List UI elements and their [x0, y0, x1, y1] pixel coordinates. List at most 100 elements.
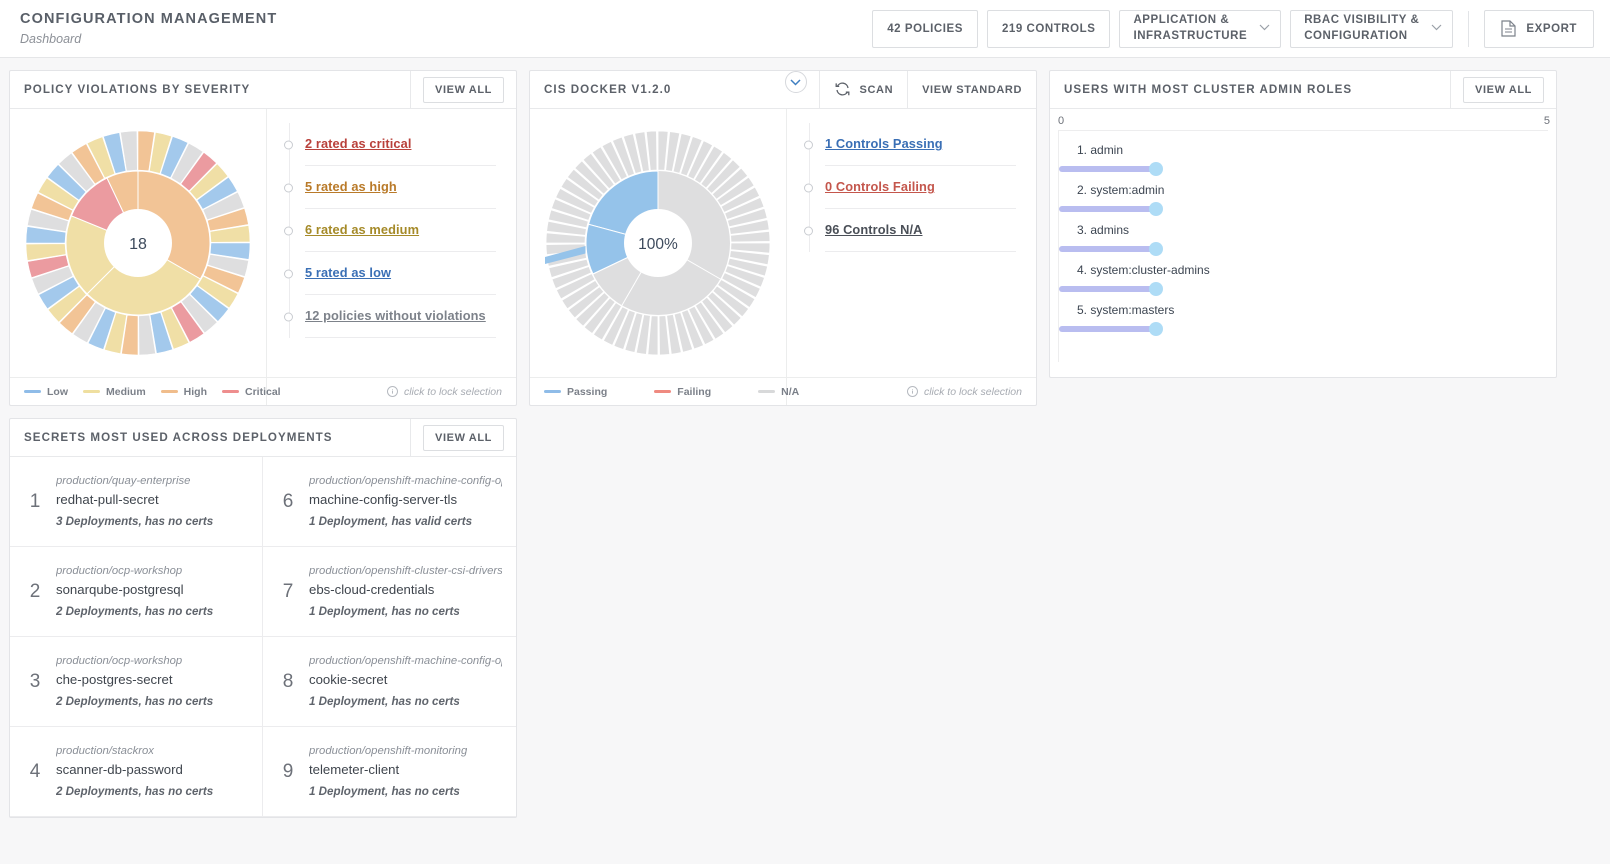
lollipop-row[interactable]: 2. system:admin	[1059, 181, 1548, 221]
list-item[interactable]: 6 production/openshift-machine-config-ope…	[263, 457, 516, 547]
cis-sunburst-svg: 100%	[545, 130, 771, 356]
list-item[interactable]: 0 Controls Failing	[804, 166, 1016, 209]
legend-item-critical[interactable]: Critical	[222, 386, 281, 398]
legend-label: Low	[47, 385, 68, 398]
policy-sunburst-svg: 18	[25, 130, 251, 356]
standard-selector-chevron-down-icon[interactable]	[784, 71, 807, 93]
app-header: CONFIGURATION MANAGEMENT Dashboard 42 PO…	[0, 0, 1610, 58]
controls-count-button[interactable]: 219 CONTROLS	[986, 9, 1111, 48]
cis-legend: Passing Failing N/A	[530, 378, 799, 405]
lollipop-label: 5. system:masters	[1077, 303, 1175, 317]
policies-count-button[interactable]: 42 POLICIES	[872, 9, 978, 48]
policy-violations-title: POLICY VIOLATIONS BY SEVERITY	[24, 83, 251, 96]
cis-link-na[interactable]: 96 Controls N/A	[825, 222, 923, 237]
policy-view-all-button[interactable]: VIEW ALL	[423, 76, 504, 103]
list-item[interactable]: 9 production/openshift-monitoring telemete…	[263, 727, 516, 817]
list-item[interactable]: 4 production/stackrox scanner-db-password 2…	[10, 727, 263, 817]
list-item[interactable]: 96 Controls N/A	[804, 209, 1016, 252]
lollipop-row[interactable]: 4. system:cluster-admins	[1059, 261, 1548, 301]
cluster-admin-tools: VIEW ALL	[1450, 71, 1556, 108]
lollipop-chart[interactable]: 1. admin 2. system:admin 3. admins 4. syste…	[1058, 130, 1548, 362]
page-subtitle: Dashboard	[20, 31, 82, 46]
header-titles: CONFIGURATION MANAGEMENT Dashboard	[20, 10, 277, 46]
policy-link-medium[interactable]: 6 rated as medium	[305, 222, 419, 237]
lollipop-dot[interactable]	[1148, 162, 1163, 176]
legend-item-high[interactable]: High	[160, 385, 207, 398]
list-item[interactable]: 1 Controls Passing	[804, 123, 1016, 166]
lollipop-dot[interactable]	[1148, 242, 1163, 256]
lollipop-row[interactable]: 1. admin	[1059, 141, 1548, 181]
list-item[interactable]: 5 rated as high	[284, 166, 496, 209]
secrets-view-all-button[interactable]: VIEW ALL	[423, 424, 504, 451]
list-item[interactable]: 1 production/quay-enterprise redhat-pull-s…	[10, 457, 263, 547]
app-infra-label-line1: APPLICATION &	[1133, 14, 1230, 27]
policy-card-footer: Low Medium High Critical click to lock s…	[10, 377, 516, 405]
info-icon	[386, 386, 398, 397]
secret-namespace: production/stackrox	[56, 745, 154, 757]
view-standard-label: VIEW STANDARD	[922, 83, 1022, 96]
legend-item-passing[interactable]: Passing	[544, 386, 607, 398]
list-item[interactable]: 7 production/openshift-cluster-csi-driver…	[263, 547, 516, 637]
policy-link-critical[interactable]: 2 rated as critical	[305, 136, 411, 151]
export-button[interactable]: EXPORT	[1484, 9, 1594, 48]
cis-lock-note: click to lock selection	[906, 386, 1036, 398]
lollipop-label: 2. system:admin	[1077, 183, 1165, 197]
application-infrastructure-dropdown[interactable]: APPLICATION & INFRASTRUCTURE	[1119, 9, 1282, 48]
lollipop-dot[interactable]	[1148, 282, 1163, 296]
lollipop-label: 1. admin	[1077, 143, 1124, 157]
dashboard-board: POLICY VIOLATIONS BY SEVERITY VIEW ALL 1…	[0, 58, 1610, 818]
policy-violations-card: POLICY VIOLATIONS BY SEVERITY VIEW ALL 1…	[9, 70, 517, 406]
lollipop-row[interactable]: 5. system:masters	[1059, 301, 1548, 341]
secrets-grid: 1 production/quay-enterprise redhat-pull-s…	[10, 457, 516, 817]
policy-link-no-violations[interactable]: 12 policies without violations	[305, 308, 486, 323]
view-standard-button[interactable]: VIEW STANDARD	[907, 71, 1036, 108]
legend-item-na[interactable]: N/A	[758, 386, 799, 398]
secrets-header: SECRETS MOST USED ACROSS DEPLOYMENTS VIE…	[10, 419, 516, 457]
secret-text: production/openshift-machine-config-oper…	[309, 655, 502, 708]
chevron-down-icon	[1431, 24, 1442, 33]
legend-item-failing[interactable]: Failing	[654, 386, 711, 398]
legend-label: Critical	[245, 385, 281, 398]
policy-sunburst-chart[interactable]: 18	[10, 109, 267, 377]
scan-button[interactable]: SCAN	[818, 71, 908, 108]
bullet-icon	[804, 140, 813, 149]
cis-link-failing[interactable]: 0 Controls Failing	[825, 179, 935, 194]
legend-item-medium[interactable]: Medium	[83, 386, 146, 398]
bullet-icon	[284, 226, 293, 235]
secret-rank: 4	[29, 760, 41, 782]
lollipop-dot[interactable]	[1148, 322, 1163, 336]
list-item[interactable]: 2 rated as critical	[284, 123, 496, 166]
secret-text: production/ocp-workshop sonarqube-postgre…	[56, 565, 213, 618]
list-item[interactable]: 6 rated as medium	[284, 209, 496, 252]
list-item[interactable]: 5 rated as low	[284, 252, 496, 295]
policy-link-low[interactable]: 5 rated as low	[305, 265, 391, 280]
header-divider	[1468, 10, 1470, 47]
cis-sunburst-chart[interactable]: 100%	[530, 109, 787, 377]
lollipop-dot[interactable]	[1148, 202, 1163, 216]
legend-label: High	[183, 385, 207, 398]
secret-namespace: production/openshift-cluster-csi-drivers	[309, 565, 502, 577]
cluster-admin-view-all-button[interactable]: VIEW ALL	[1463, 76, 1544, 103]
list-item[interactable]: 8 production/openshift-machine-config-ope…	[263, 637, 516, 727]
policy-link-high[interactable]: 5 rated as high	[305, 179, 397, 194]
list-item[interactable]: 12 policies without violations	[284, 295, 496, 338]
header-actions: 42 POLICIES 219 CONTROLS APPLICATION & I…	[872, 9, 1594, 48]
policy-viewall-wrap: VIEW ALL	[410, 71, 516, 108]
cis-link-passing[interactable]: 1 Controls Passing	[825, 136, 943, 151]
secret-namespace: production/ocp-workshop	[56, 655, 183, 667]
list-item[interactable]: 2 production/ocp-workshop sonarqube-postgr…	[10, 547, 263, 637]
secret-rank: 1	[29, 490, 41, 512]
lollipop-bar	[1059, 326, 1156, 332]
list-item[interactable]: 3 production/ocp-workshop che-postgres-sec…	[10, 637, 263, 727]
lollipop-row[interactable]: 3. admins	[1059, 221, 1548, 261]
legend-item-low[interactable]: Low	[24, 386, 68, 398]
cis-center-value: 100%	[638, 236, 678, 253]
secret-meta: 1 Deployment, has valid certs	[309, 515, 473, 528]
legend-label: Medium	[106, 385, 146, 398]
rbac-visibility-dropdown[interactable]: RBAC VISIBILITY & CONFIGURATION	[1290, 9, 1454, 48]
secret-namespace: production/openshift-monitoring	[309, 745, 468, 757]
policy-center-value: 18	[129, 236, 147, 253]
cis-docker-title: CIS DOCKER V1.2.0	[544, 83, 672, 96]
app-infra-label-line2: INFRASTRUCTURE	[1133, 29, 1248, 42]
lollipop-axis: 0 5	[1050, 115, 1556, 127]
